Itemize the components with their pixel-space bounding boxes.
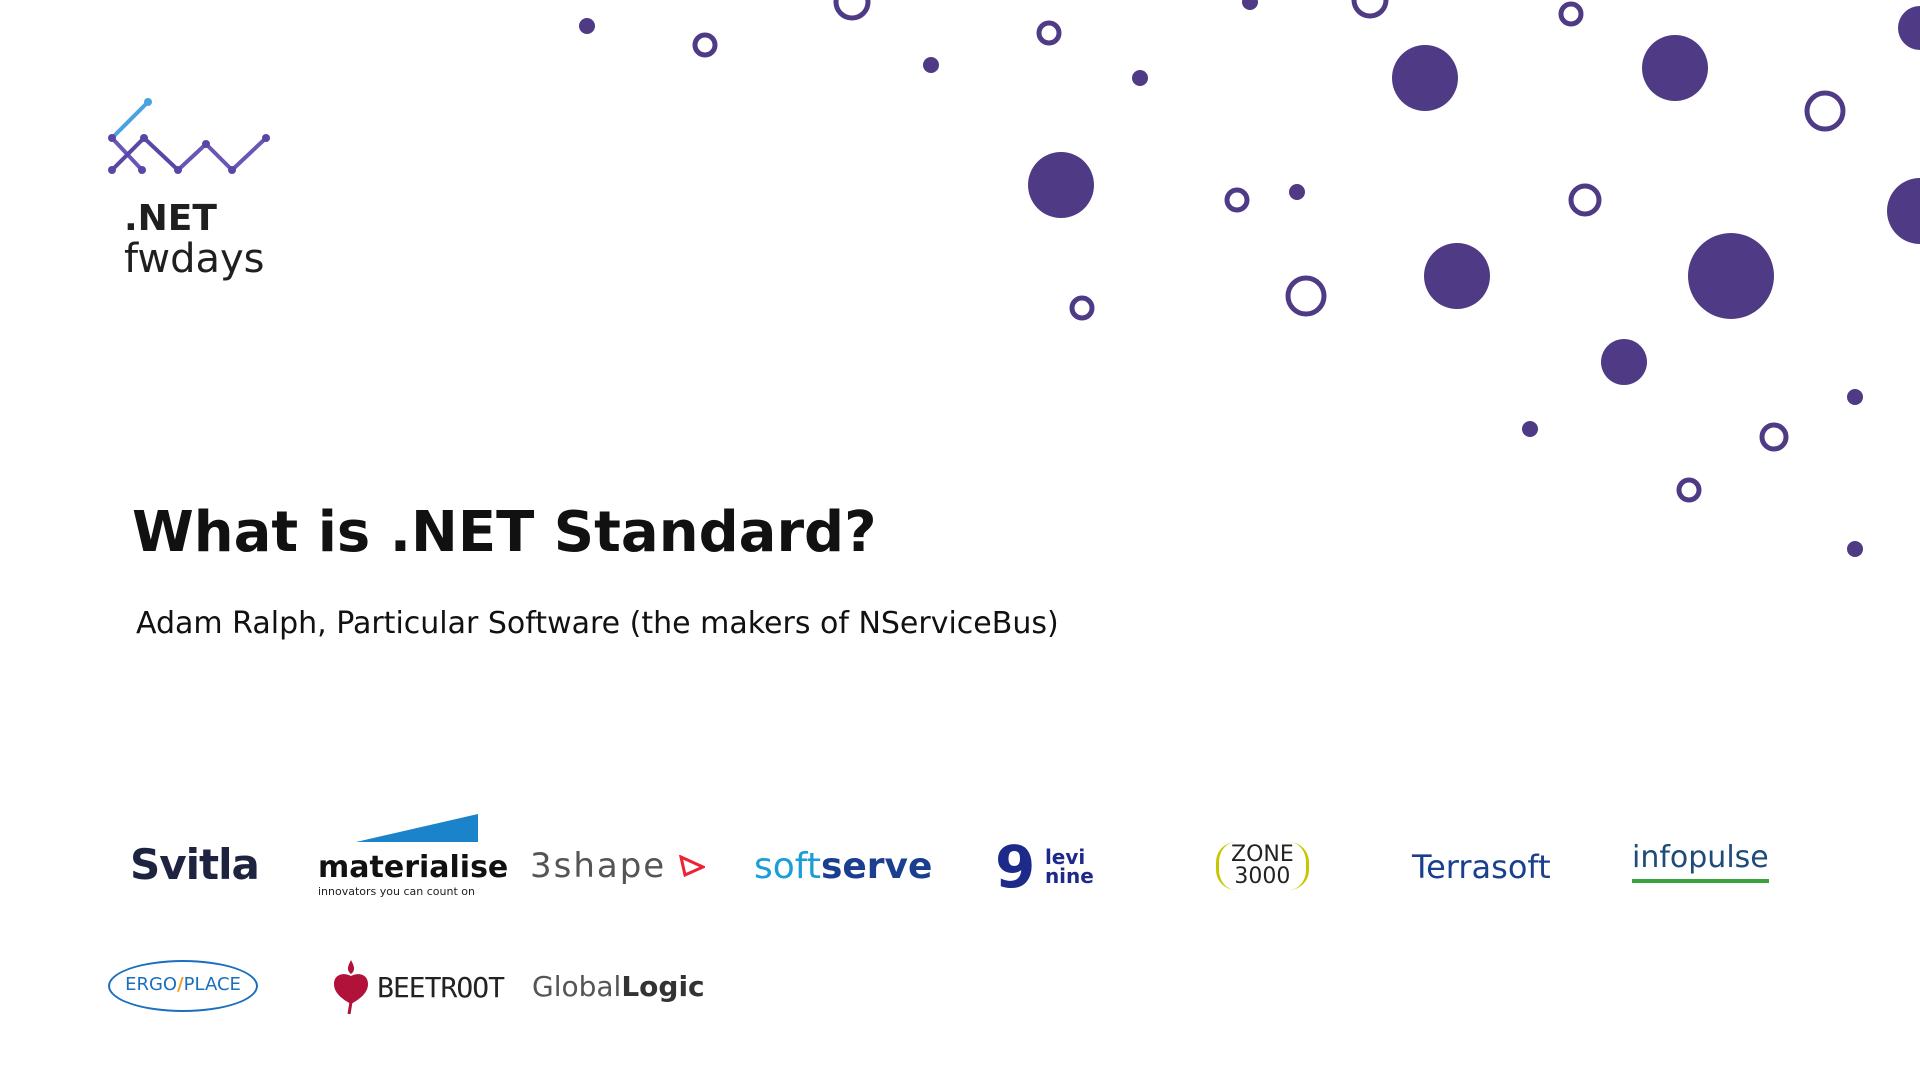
place-text: PLACE <box>183 974 241 995</box>
slide-title: What is .NET Standard? <box>132 500 877 565</box>
sponsor-levinine-logo: 9 levi nine <box>995 838 1094 896</box>
sponsor-beetroot-logo: BEETROOT <box>330 958 505 1016</box>
zigzag-logo-icon <box>108 98 270 174</box>
sponsor-terrasoft-logo: Terrasoft <box>1412 848 1551 886</box>
softserve-serve: serve <box>820 846 933 887</box>
softserve-soft: soft <box>754 846 821 887</box>
fwdays-logo-text: .NET fwdays <box>124 200 265 280</box>
materialise-name: materialise <box>318 850 509 885</box>
logo-net-text: .NET <box>124 198 217 239</box>
levinine-nine-mark: 9 <box>995 833 1036 901</box>
slide-subtitle: Adam Ralph, Particular Software (the mak… <box>136 606 1059 641</box>
levinine-nine: nine <box>1044 864 1094 888</box>
sponsor-globallogic-logo: GlobalLogic <box>532 970 705 1003</box>
sponsor-zone3000-logo: ZONE 3000 <box>1216 842 1309 890</box>
sponsor-materialise-logo: materialise innovators you can count on <box>318 814 509 898</box>
ergo-text: ERGO <box>125 974 178 995</box>
sponsor-infopulse-logo: infopulse <box>1632 840 1769 883</box>
logo-fwdays-text: fwdays <box>124 235 265 282</box>
beet-icon <box>334 960 368 1015</box>
materialise-tagline: innovators you can count on <box>318 885 475 898</box>
zone-line2: 3000 <box>1234 864 1291 889</box>
materialise-wedge-icon <box>356 814 478 842</box>
beetroot-name: BEETROOT <box>377 970 505 1004</box>
globallogic-global: Global <box>532 970 622 1003</box>
3shape-triangle-icon <box>678 854 707 878</box>
sponsor-ergoplace-logo: ERGO/PLACE <box>108 960 258 1012</box>
3shape-name: 3shape <box>530 846 667 886</box>
ergo-slash-icon: / <box>177 974 184 995</box>
globallogic-logic: Logic <box>621 970 705 1003</box>
sponsor-3shape-logo: 3shape <box>530 846 707 886</box>
fwdays-logo-mark <box>106 98 276 184</box>
sponsor-softserve-logo: softserve <box>754 846 932 887</box>
sponsor-svitla-logo: Svitla <box>130 840 260 889</box>
